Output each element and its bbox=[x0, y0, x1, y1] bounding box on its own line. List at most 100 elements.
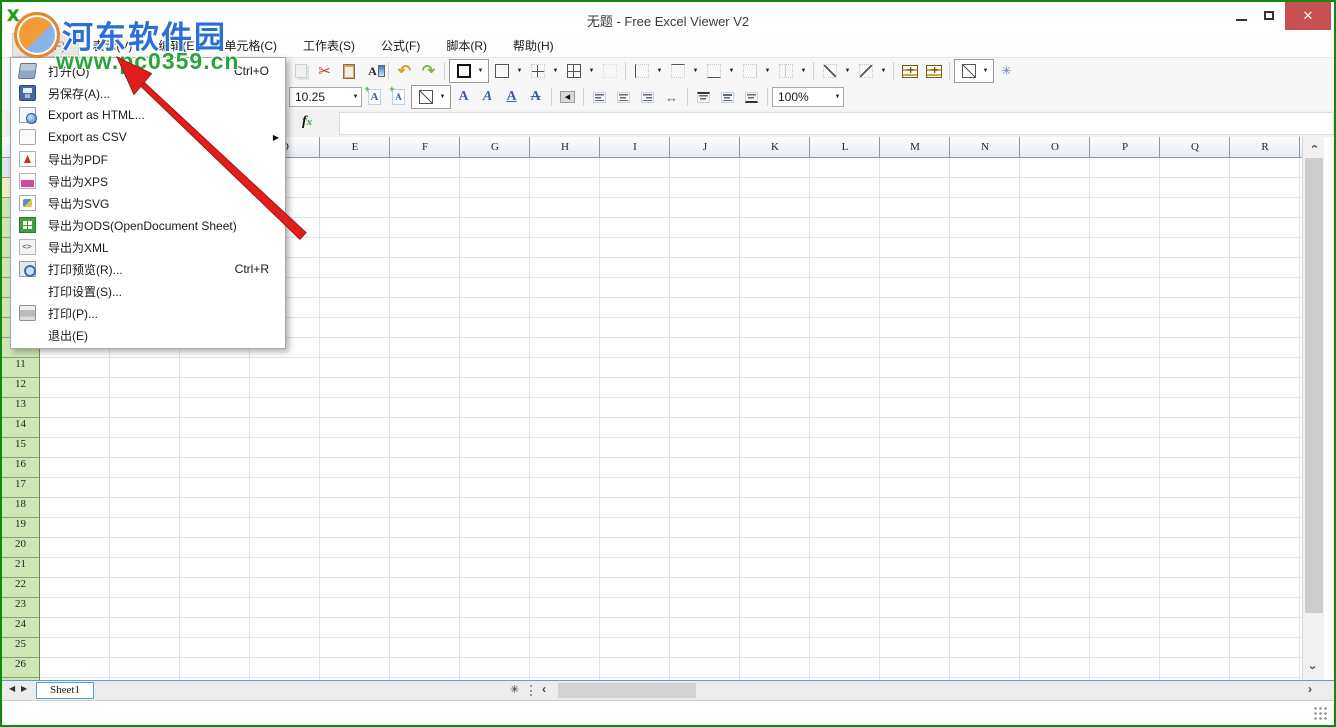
cut-button[interactable]: ✂ bbox=[313, 60, 336, 82]
maximize-button[interactable] bbox=[1258, 2, 1280, 29]
splitter-grip[interactable] bbox=[530, 685, 532, 696]
column-header[interactable]: J bbox=[670, 137, 740, 157]
menu-help[interactable]: 帮助(H) bbox=[500, 33, 567, 57]
vertical-scroll-thumb[interactable] bbox=[1305, 158, 1323, 613]
border-all-button[interactable] bbox=[562, 60, 585, 82]
row-header[interactable]: 24 bbox=[2, 618, 39, 638]
menu-item-export-svg[interactable]: 导出为SVG bbox=[11, 192, 285, 214]
paste-button[interactable] bbox=[337, 60, 360, 82]
menu-view[interactable]: 表示(V) bbox=[79, 33, 145, 57]
merge-table-button[interactable] bbox=[922, 60, 945, 82]
border-bottom-dropdown[interactable]: ▼ bbox=[726, 68, 737, 74]
strikethrough-button[interactable]: A bbox=[524, 86, 547, 108]
border-bottom-button[interactable] bbox=[702, 60, 725, 82]
copy-button[interactable] bbox=[289, 60, 312, 82]
border-top-button[interactable] bbox=[666, 60, 689, 82]
wrap-text-button[interactable]: ↔ bbox=[660, 86, 683, 108]
menu-formula[interactable]: 公式(F) bbox=[368, 33, 433, 57]
border-thick-dropdown[interactable]: ▼ bbox=[475, 68, 486, 74]
minimize-button[interactable] bbox=[1230, 2, 1252, 29]
border-diagonal-down-button[interactable] bbox=[854, 60, 877, 82]
format-painter-button[interactable]: A bbox=[361, 60, 384, 82]
merge-cells-button[interactable]: ◀ bbox=[556, 86, 579, 108]
row-header[interactable]: 17 bbox=[2, 478, 39, 498]
font-size-dropdown[interactable]: ▼ bbox=[350, 94, 361, 100]
hscroll-left-icon[interactable]: ‹ bbox=[542, 682, 546, 696]
row-header[interactable]: 19 bbox=[2, 518, 39, 538]
tab-scroll-right-button[interactable]: ▶ bbox=[21, 684, 27, 693]
row-header[interactable]: 14 bbox=[2, 418, 39, 438]
border-left-dropdown[interactable]: ▼ bbox=[654, 68, 665, 74]
row-header[interactable]: 11 bbox=[2, 358, 39, 378]
row-header[interactable]: 20 bbox=[2, 538, 39, 558]
column-header[interactable]: I bbox=[600, 137, 670, 157]
menu-item-export-pdf[interactable]: 导出为PDF bbox=[11, 148, 285, 170]
border-right-dropdown[interactable]: ▼ bbox=[762, 68, 773, 74]
border-top-dropdown[interactable]: ▼ bbox=[690, 68, 701, 74]
column-header[interactable]: H bbox=[530, 137, 600, 157]
underline-button[interactable]: A bbox=[500, 86, 523, 108]
valign-bottom-button[interactable] bbox=[740, 86, 763, 108]
fill-color-button[interactable] bbox=[414, 86, 437, 108]
fill-color-dropdown[interactable]: ▼ bbox=[437, 94, 448, 100]
column-header[interactable]: F bbox=[390, 137, 460, 157]
menu-item-exit[interactable]: 退出(E) bbox=[11, 324, 285, 346]
column-header[interactable]: R bbox=[1230, 137, 1300, 157]
border-inner-cross-button[interactable] bbox=[526, 60, 549, 82]
zoom-input[interactable]: 100% ▼ bbox=[772, 87, 844, 107]
menu-item-print-settings[interactable]: 打印设置(S)... bbox=[11, 280, 285, 302]
menu-worksheet[interactable]: 工作表(S) bbox=[290, 33, 368, 57]
column-header[interactable]: G bbox=[460, 137, 530, 157]
row-header[interactable]: 23 bbox=[2, 598, 39, 618]
border-left-button[interactable] bbox=[630, 60, 653, 82]
border-all-dropdown[interactable]: ▼ bbox=[586, 68, 597, 74]
align-right-button[interactable] bbox=[636, 86, 659, 108]
undo-button[interactable]: ↶ bbox=[393, 60, 416, 82]
horizontal-scroll-thumb[interactable] bbox=[558, 683, 696, 698]
diagonal-down-dropdown[interactable]: ▼ bbox=[878, 68, 889, 74]
menu-file[interactable]: 文件(F) bbox=[12, 33, 79, 57]
menu-item-print-preview[interactable]: 打印预览(R)... Ctrl+R bbox=[11, 258, 285, 280]
column-header[interactable]: L bbox=[810, 137, 880, 157]
row-header[interactable]: 13 bbox=[2, 398, 39, 418]
border-none-dropdown[interactable]: ▼ bbox=[980, 68, 991, 74]
new-sheet-icon[interactable]: ✳ bbox=[510, 683, 519, 696]
row-header[interactable]: 15 bbox=[2, 438, 39, 458]
italic-button[interactable]: A bbox=[476, 86, 499, 108]
row-header[interactable]: 22 bbox=[2, 578, 39, 598]
align-center-button[interactable] bbox=[612, 86, 635, 108]
column-header[interactable]: K bbox=[740, 137, 810, 157]
row-header[interactable]: 18 bbox=[2, 498, 39, 518]
menu-item-export-html[interactable]: Export as HTML... bbox=[11, 104, 285, 126]
menu-edit[interactable]: 编辑(E) bbox=[145, 33, 211, 57]
scroll-down-icon[interactable]: › bbox=[1306, 657, 1321, 678]
hscroll-right-icon[interactable]: › bbox=[1308, 682, 1312, 696]
align-left-button[interactable] bbox=[588, 86, 611, 108]
shrink-font-button[interactable]: A bbox=[387, 86, 410, 108]
menu-item-export-ods[interactable]: 导出为ODS(OpenDocument Sheet) bbox=[11, 214, 285, 236]
row-header[interactable]: 26 bbox=[2, 658, 39, 678]
zoom-dropdown[interactable]: ▼ bbox=[832, 94, 843, 100]
resize-grip[interactable] bbox=[1313, 706, 1328, 721]
border-box-dropdown[interactable]: ▼ bbox=[514, 68, 525, 74]
insert-cells-button[interactable] bbox=[898, 60, 921, 82]
menu-item-open[interactable]: 打开(O) Ctrl+O bbox=[11, 60, 285, 82]
column-header[interactable]: N bbox=[950, 137, 1020, 157]
freeze-panes-button[interactable]: ✳ bbox=[995, 60, 1018, 82]
grow-font-button[interactable]: A bbox=[363, 86, 386, 108]
bold-button[interactable]: A bbox=[452, 86, 475, 108]
menu-item-print[interactable]: 打印(P)... bbox=[11, 302, 285, 324]
vertical-scrollbar[interactable]: › › bbox=[1302, 137, 1324, 680]
menu-item-export-csv[interactable]: Export as CSV ▶ bbox=[11, 126, 285, 148]
scroll-up-icon[interactable]: › bbox=[1306, 136, 1321, 157]
menu-item-export-xps[interactable]: 导出为XPS bbox=[11, 170, 285, 192]
column-header[interactable]: P bbox=[1090, 137, 1160, 157]
border-box-button[interactable] bbox=[490, 60, 513, 82]
sheet-tab-active[interactable]: Sheet1 bbox=[36, 682, 94, 699]
row-header[interactable]: 12 bbox=[2, 378, 39, 398]
border-none-button[interactable] bbox=[957, 60, 980, 82]
column-header[interactable]: M bbox=[880, 137, 950, 157]
menu-item-export-xml[interactable]: 导出为XML bbox=[11, 236, 285, 258]
menu-cell[interactable]: 单元格(C) bbox=[211, 33, 290, 57]
formula-input[interactable] bbox=[339, 112, 1334, 135]
